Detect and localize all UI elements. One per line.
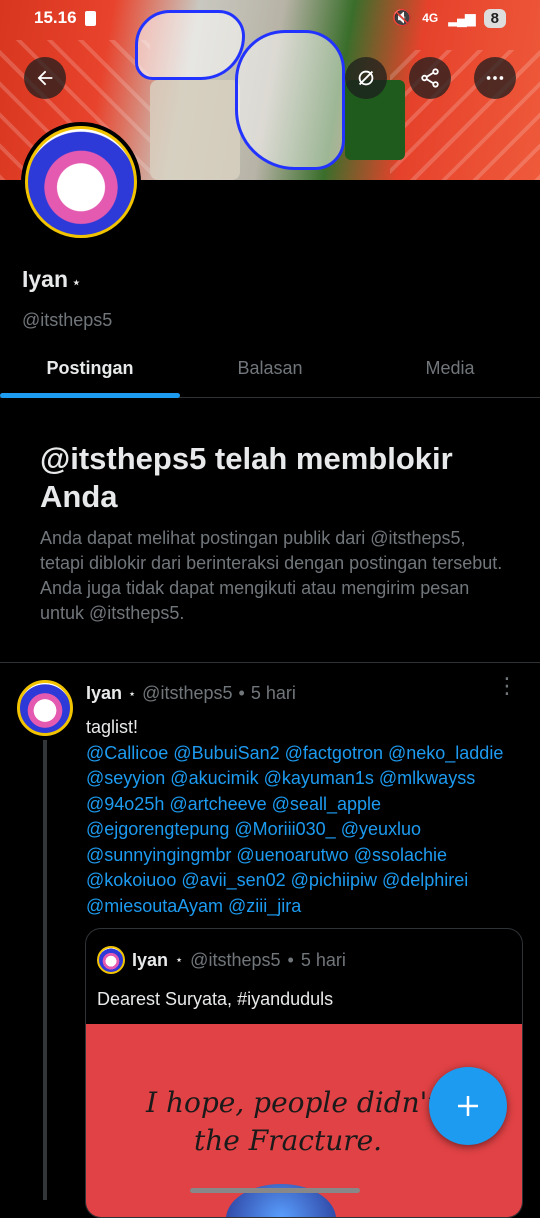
post-author-handle[interactable]: @itstheps5 [142,683,232,704]
badge-icon: ⋆ [72,274,81,290]
network-type: 4G [422,11,439,25]
quote-separator: • [287,949,294,970]
divider [0,662,540,663]
tab-balasan[interactable]: Balasan [180,340,360,397]
notification-icon [84,10,96,26]
mention-line[interactable]: @seyyion @akucimik @kayuman1s @mlkwayss [86,766,531,792]
post-text: taglist! [86,717,139,737]
post-body[interactable]: taglist! @Callicoe @BubuiSan2 @factgotro… [86,715,531,919]
quote-time: 5 hari [300,949,346,970]
thread-line [43,740,47,1200]
profile-name-text: Iyan [22,266,69,292]
quote-header: Iyan ⋆ @itstheps5 • 5 hari [97,946,346,974]
status-bar: 15.16 🔇 4G ▂▄▆ 8 [0,0,540,36]
quote-image-line: I hope, people didn't s [146,1086,462,1119]
more-button[interactable] [474,57,516,99]
mute-icon: 🔇 [392,10,413,27]
tab-postingan[interactable]: Postingan [0,340,180,398]
mention-line[interactable]: @kokoiuoo @avii_sen02 @pichiipiw @delphi… [86,868,531,894]
hide-button[interactable] [345,57,387,99]
arrow-left-icon [37,70,53,86]
blocked-title: @itstheps5 telah memblokir Anda [40,441,453,514]
home-indicator[interactable] [190,1188,360,1193]
signal-icon: ▂▄▆ [448,9,475,26]
badge-icon: ⋆ [128,685,137,701]
more-horizontal-icon [486,76,504,80]
share-icon [421,68,439,88]
blocked-message: Anda dapat melihat postingan publik dari… [40,528,503,623]
profile-avatar[interactable] [21,122,141,242]
profile-tabs: Postingan Balasan Media [0,340,540,398]
post-time[interactable]: 5 hari [251,683,296,704]
quote-image-line: the Fracture. [194,1124,383,1157]
quote-avatar [97,946,125,974]
mention-line[interactable]: @94o25h @artcheeve @seall_apple [86,792,531,818]
profile-name: Iyan ⋆ [22,266,81,293]
back-button[interactable] [24,57,66,99]
profile-handle: @itstheps5 [22,310,113,330]
mention-line[interactable]: @ejgorengtepung @Moriii030_ @yeuxluo [86,817,531,843]
eye-off-icon [358,70,374,86]
blocked-notice: @itstheps5 telah memblokir Anda Anda dap… [40,440,510,626]
post-header: Iyan ⋆ @itstheps5 • 5 hari [86,683,296,704]
mention-line[interactable]: @Callicoe @BubuiSan2 @factgotron @neko_l… [86,741,531,767]
quote-author-name: Iyan [132,949,169,970]
tab-media[interactable]: Media [360,340,540,397]
mention-line[interactable]: @sunnyingingmbr @uenoarutwo @ssolachie [86,843,531,869]
post-avatar[interactable] [17,680,73,736]
banner-snack-bag [150,80,240,180]
post-author-name[interactable]: Iyan [86,683,122,704]
status-time: 15.16 [34,8,77,27]
plus-icon [458,1096,478,1116]
compose-button[interactable] [429,1067,507,1145]
quote-image-handwriting: I hope, people didn't s the Fracture. [146,1084,462,1160]
post-separator: • [238,683,245,703]
quote-author-handle: @itstheps5 [190,949,281,970]
post-more-icon[interactable]: ⋮ [496,675,518,697]
avatar-image [25,126,137,238]
badge-icon: ⋆ [175,952,184,967]
battery-badge: 8 [483,8,506,28]
quote-text: Dearest Suryata, #iyanduduls [97,989,334,1009]
banner-doodle-character [235,30,345,170]
share-button[interactable] [409,57,451,99]
mention-line[interactable]: @miesoutaAyam @ziii_jira [86,894,531,920]
